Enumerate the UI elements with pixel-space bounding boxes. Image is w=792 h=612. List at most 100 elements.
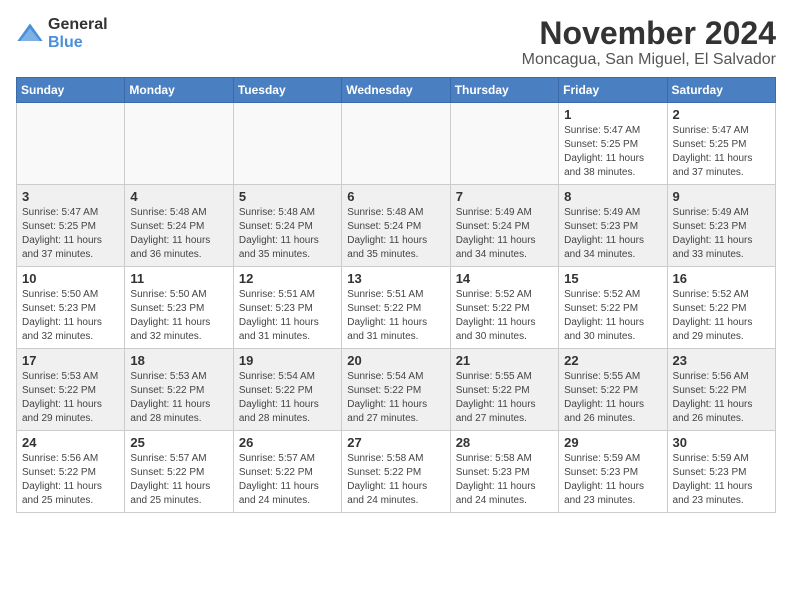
calendar-day-cell: 3Sunrise: 5:47 AM Sunset: 5:25 PM Daylig… — [17, 185, 125, 267]
day-info: Sunrise: 5:52 AM Sunset: 5:22 PM Dayligh… — [564, 288, 661, 344]
title-block: November 2024 Moncagua, San Miguel, El S… — [522, 16, 776, 69]
day-info: Sunrise: 5:49 AM Sunset: 5:23 PM Dayligh… — [673, 206, 770, 262]
day-number: 7 — [456, 189, 553, 204]
logo-icon — [16, 20, 44, 48]
day-info: Sunrise: 5:54 AM Sunset: 5:22 PM Dayligh… — [239, 370, 336, 426]
calendar-day-cell: 2 Sunrise: 5:47 AM Sunset: 5:25 PM Daylig… — [667, 103, 775, 185]
calendar-week-row: 1 Sunrise: 5:47 AM Sunset: 5:25 PM Daylig… — [17, 103, 776, 185]
day-number: 3 — [22, 189, 119, 204]
calendar-week-row: 17 Sunrise: 5:53 AM Sunset: 5:22 PM Dayli… — [17, 349, 776, 431]
calendar-day-cell: 8 Sunrise: 5:49 AM Sunset: 5:23 PM Daylig… — [559, 185, 667, 267]
calendar-day-cell: 19 Sunrise: 5:54 AM Sunset: 5:22 PM Dayli… — [233, 349, 341, 431]
day-info: Sunrise: 5:54 AM Sunset: 5:22 PM Dayligh… — [347, 370, 444, 426]
day-info: Sunrise: 5:53 AM Sunset: 5:22 PM Dayligh… — [22, 370, 119, 426]
calendar-day-cell: 28 Sunrise: 5:58 AM Sunset: 5:23 PM Dayli… — [450, 431, 558, 513]
day-info: Sunrise: 5:57 AM Sunset: 5:22 PM Dayligh… — [239, 452, 336, 508]
calendar-day-cell: 16 Sunrise: 5:52 AM Sunset: 5:22 PM Dayli… — [667, 267, 775, 349]
calendar-day-cell: 30Sunrise: 5:59 AM Sunset: 5:23 PM Dayli… — [667, 431, 775, 513]
day-number: 17 — [22, 353, 119, 368]
day-number: 24 — [22, 435, 119, 450]
location-title: Moncagua, San Miguel, El Salvador — [522, 51, 776, 69]
weekday-header: Saturday — [667, 78, 775, 103]
day-info: Sunrise: 5:49 AM Sunset: 5:23 PM Dayligh… — [564, 206, 661, 262]
day-info: Sunrise: 5:49 AM Sunset: 5:24 PM Dayligh… — [456, 206, 553, 262]
day-info: Sunrise: 5:48 AM Sunset: 5:24 PM Dayligh… — [130, 206, 227, 262]
calendar-day-cell — [233, 103, 341, 185]
day-number: 23 — [673, 353, 770, 368]
day-number: 16 — [673, 271, 770, 286]
calendar-week-row: 3Sunrise: 5:47 AM Sunset: 5:25 PM Daylig… — [17, 185, 776, 267]
day-number: 28 — [456, 435, 553, 450]
weekday-header: Friday — [559, 78, 667, 103]
day-info: Sunrise: 5:48 AM Sunset: 5:24 PM Dayligh… — [239, 206, 336, 262]
day-number: 13 — [347, 271, 444, 286]
calendar-day-cell — [125, 103, 233, 185]
calendar-day-cell: 10Sunrise: 5:50 AM Sunset: 5:23 PM Dayli… — [17, 267, 125, 349]
day-number: 20 — [347, 353, 444, 368]
day-info: Sunrise: 5:47 AM Sunset: 5:25 PM Dayligh… — [673, 124, 770, 180]
calendar-day-cell: 24 Sunrise: 5:56 AM Sunset: 5:22 PM Dayli… — [17, 431, 125, 513]
day-info: Sunrise: 5:58 AM Sunset: 5:23 PM Dayligh… — [456, 452, 553, 508]
day-number: 8 — [564, 189, 661, 204]
day-number: 9 — [673, 189, 770, 204]
day-number: 22 — [564, 353, 661, 368]
day-number: 27 — [347, 435, 444, 450]
day-info: Sunrise: 5:52 AM Sunset: 5:22 PM Dayligh… — [456, 288, 553, 344]
calendar-header-row: SundayMondayTuesdayWednesdayThursdayFrid… — [17, 78, 776, 103]
calendar-day-cell: 15 Sunrise: 5:52 AM Sunset: 5:22 PM Dayli… — [559, 267, 667, 349]
calendar-table: SundayMondayTuesdayWednesdayThursdayFrid… — [16, 77, 776, 513]
calendar-day-cell: 6 Sunrise: 5:48 AM Sunset: 5:24 PM Daylig… — [342, 185, 450, 267]
calendar-day-cell: 5 Sunrise: 5:48 AM Sunset: 5:24 PM Daylig… — [233, 185, 341, 267]
day-info: Sunrise: 5:59 AM Sunset: 5:23 PM Dayligh… — [564, 452, 661, 508]
calendar-day-cell: 26Sunrise: 5:57 AM Sunset: 5:22 PM Dayli… — [233, 431, 341, 513]
day-number: 2 — [673, 107, 770, 122]
day-number: 11 — [130, 271, 227, 286]
calendar-day-cell: 27 Sunrise: 5:58 AM Sunset: 5:22 PM Dayli… — [342, 431, 450, 513]
day-info: Sunrise: 5:47 AM Sunset: 5:25 PM Dayligh… — [564, 124, 661, 180]
calendar-day-cell — [342, 103, 450, 185]
day-info: Sunrise: 5:57 AM Sunset: 5:22 PM Dayligh… — [130, 452, 227, 508]
calendar-day-cell: 1 Sunrise: 5:47 AM Sunset: 5:25 PM Daylig… — [559, 103, 667, 185]
calendar-day-cell: 11Sunrise: 5:50 AM Sunset: 5:23 PM Dayli… — [125, 267, 233, 349]
calendar-day-cell: 12 Sunrise: 5:51 AM Sunset: 5:23 PM Dayli… — [233, 267, 341, 349]
calendar-day-cell: 17 Sunrise: 5:53 AM Sunset: 5:22 PM Dayli… — [17, 349, 125, 431]
day-info: Sunrise: 5:58 AM Sunset: 5:22 PM Dayligh… — [347, 452, 444, 508]
calendar-day-cell: 29 Sunrise: 5:59 AM Sunset: 5:23 PM Dayli… — [559, 431, 667, 513]
day-number: 29 — [564, 435, 661, 450]
weekday-header: Tuesday — [233, 78, 341, 103]
day-info: Sunrise: 5:56 AM Sunset: 5:22 PM Dayligh… — [673, 370, 770, 426]
page-header: General Blue November 2024 Moncagua, San… — [16, 16, 776, 69]
day-info: Sunrise: 5:48 AM Sunset: 5:24 PM Dayligh… — [347, 206, 444, 262]
day-number: 1 — [564, 107, 661, 122]
calendar-day-cell — [450, 103, 558, 185]
day-number: 18 — [130, 353, 227, 368]
day-info: Sunrise: 5:52 AM Sunset: 5:22 PM Dayligh… — [673, 288, 770, 344]
day-info: Sunrise: 5:56 AM Sunset: 5:22 PM Dayligh… — [22, 452, 119, 508]
day-number: 12 — [239, 271, 336, 286]
day-info: Sunrise: 5:55 AM Sunset: 5:22 PM Dayligh… — [564, 370, 661, 426]
day-info: Sunrise: 5:55 AM Sunset: 5:22 PM Dayligh… — [456, 370, 553, 426]
day-number: 21 — [456, 353, 553, 368]
logo-blue-text: Blue — [48, 34, 108, 52]
calendar-week-row: 10Sunrise: 5:50 AM Sunset: 5:23 PM Dayli… — [17, 267, 776, 349]
day-number: 6 — [347, 189, 444, 204]
calendar-week-row: 24 Sunrise: 5:56 AM Sunset: 5:22 PM Dayli… — [17, 431, 776, 513]
day-number: 4 — [130, 189, 227, 204]
calendar-day-cell: 9 Sunrise: 5:49 AM Sunset: 5:23 PM Daylig… — [667, 185, 775, 267]
logo: General Blue — [16, 16, 108, 51]
weekday-header: Wednesday — [342, 78, 450, 103]
day-number: 10 — [22, 271, 119, 286]
calendar-day-cell: 20 Sunrise: 5:54 AM Sunset: 5:22 PM Dayli… — [342, 349, 450, 431]
weekday-header: Thursday — [450, 78, 558, 103]
calendar-day-cell: 7 Sunrise: 5:49 AM Sunset: 5:24 PM Daylig… — [450, 185, 558, 267]
calendar-day-cell: 21 Sunrise: 5:55 AM Sunset: 5:22 PM Dayli… — [450, 349, 558, 431]
day-number: 15 — [564, 271, 661, 286]
calendar-day-cell: 23 Sunrise: 5:56 AM Sunset: 5:22 PM Dayli… — [667, 349, 775, 431]
day-number: 14 — [456, 271, 553, 286]
day-info: Sunrise: 5:53 AM Sunset: 5:22 PM Dayligh… — [130, 370, 227, 426]
day-number: 19 — [239, 353, 336, 368]
day-info: Sunrise: 5:51 AM Sunset: 5:23 PM Dayligh… — [239, 288, 336, 344]
weekday-header: Monday — [125, 78, 233, 103]
day-info: Sunrise: 5:59 AM Sunset: 5:23 PM Dayligh… — [673, 452, 770, 508]
day-number: 5 — [239, 189, 336, 204]
